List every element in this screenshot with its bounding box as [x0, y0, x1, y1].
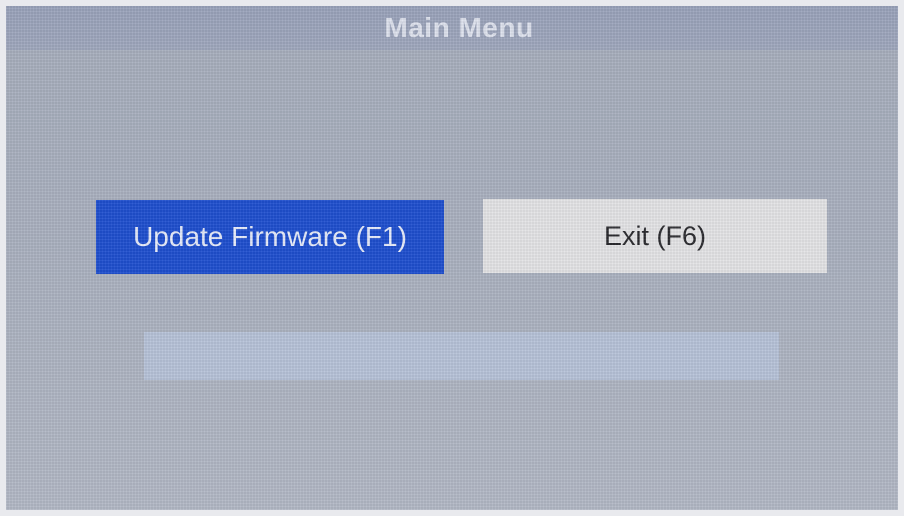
page-title: Main Menu [384, 12, 534, 43]
main-menu-screen: Main Menu Update Firmware (F1) Exit (F6) [6, 6, 898, 510]
exit-button[interactable]: Exit (F6) [483, 199, 827, 273]
progress-bar [144, 332, 779, 380]
title-bar: Main Menu [6, 6, 898, 50]
update-firmware-button[interactable]: Update Firmware (F1) [96, 200, 444, 274]
